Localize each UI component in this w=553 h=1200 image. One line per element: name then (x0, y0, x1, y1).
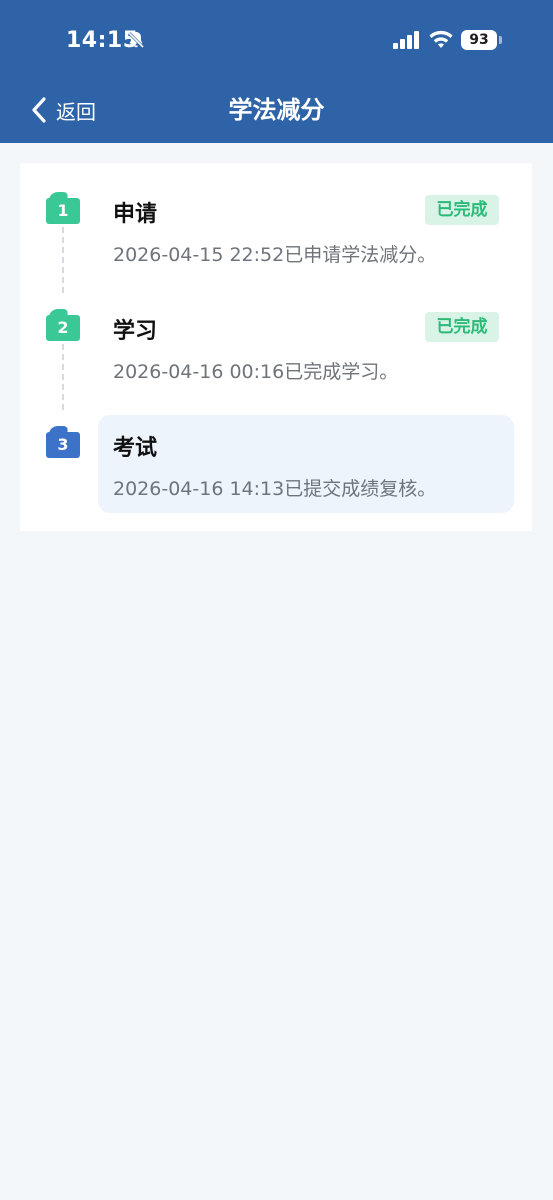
signal-icon (393, 31, 419, 49)
app-header: 14:15 93 返回 学法减分 (0, 0, 553, 143)
step-title: 学习 (113, 319, 158, 344)
step-connector (62, 227, 64, 293)
status-badge: 已完成 (425, 195, 499, 225)
progress-card: 1 申请 已完成 2026-04-15 22:52已申请学法减分。 2 学习 已… (20, 163, 532, 531)
step-description: 2026-04-16 14:13已提交成绩复核。 (113, 478, 437, 500)
step-title: 申请 (113, 202, 158, 227)
step-connector (62, 344, 64, 410)
status-badge: 已完成 (425, 312, 499, 342)
step-description: 2026-04-15 22:52已申请学法减分。 (113, 244, 437, 266)
page-title: 学法减分 (228, 96, 325, 124)
step-number: 1 (46, 198, 80, 224)
wifi-icon (429, 30, 453, 48)
bell-slash-icon (127, 31, 145, 49)
step-number: 2 (46, 315, 80, 341)
battery-tip (499, 36, 502, 44)
battery-level: 93 (469, 32, 489, 48)
step-number: 3 (46, 432, 80, 458)
step-description: 2026-04-16 00:16已完成学习。 (113, 361, 399, 383)
step-title: 考试 (113, 436, 158, 461)
